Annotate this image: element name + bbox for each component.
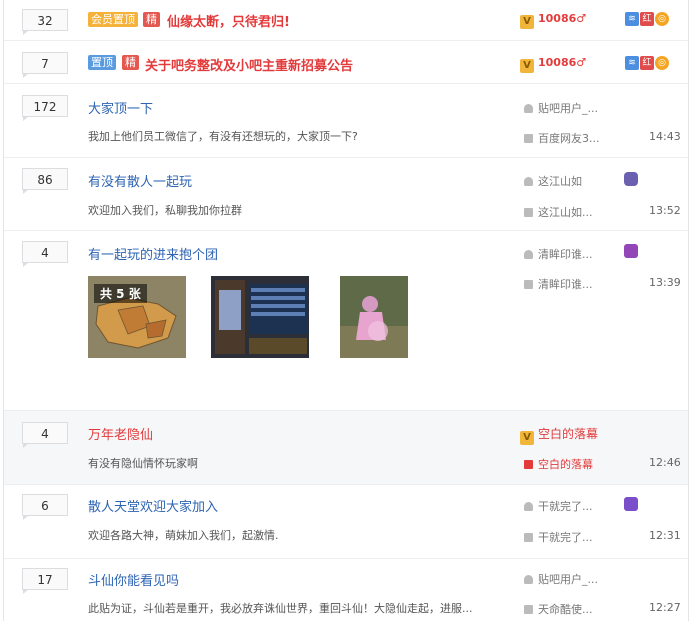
- reply-count: 17: [22, 568, 68, 594]
- user-icon: [524, 177, 533, 186]
- wave-icon: ≋: [625, 56, 639, 70]
- user-icons: ≋ 红 ◎: [625, 12, 669, 26]
- thread-title[interactable]: 有没有散人一起玩: [88, 171, 192, 190]
- last-reply-user[interactable]: 百度网友3...: [524, 130, 600, 146]
- user-icon: [524, 104, 533, 113]
- game-screenshot-icon: [211, 276, 309, 358]
- thread-row: 6 散人天堂欢迎大家加入 欢迎各路大神，萌妹加入我们，起激情. 干就完了... …: [4, 485, 688, 559]
- thread-author[interactable]: 贴吧用户_...: [524, 100, 598, 116]
- thread-row: 17 斗仙你能看见吗 此贴为证，斗仙若是重开，我必放弃诛仙世界，重回斗仙！大隐仙…: [4, 559, 688, 621]
- vip-icon: V: [520, 15, 534, 29]
- thread-abstract: 欢迎各路大神，萌妹加入我们，起激情.: [88, 529, 279, 542]
- thread-title[interactable]: 仙缘太断，只待君归!: [167, 11, 290, 30]
- thread-title[interactable]: 斗仙你能看见吗: [88, 570, 179, 589]
- thread-title[interactable]: 万年老隐仙: [88, 424, 153, 443]
- medal-icon: ◎: [655, 56, 669, 70]
- reply-icon: [524, 460, 533, 469]
- thread-row: 86 有没有散人一起玩 欢迎加入我们，私聊我加你拉群 这江山如 这江山如... …: [4, 158, 688, 231]
- reply-count: 4: [22, 241, 68, 267]
- thread-title[interactable]: 大家顶一下: [88, 98, 153, 117]
- reply-icon: [524, 533, 533, 542]
- thread-author[interactable]: V 空白的落幕: [520, 425, 598, 445]
- reply-count: 86: [22, 168, 68, 194]
- author-name[interactable]: V 10086♂: [520, 56, 586, 73]
- reply-count: 6: [22, 494, 68, 520]
- thread-author[interactable]: 贴吧用户_...: [524, 571, 598, 587]
- last-reply-time: 12:46: [649, 456, 681, 469]
- thread-row: 4 有一起玩的进来抱个团 清眸印谁... 清眸印谁... 13:39 共 5 张: [4, 231, 688, 411]
- last-reply-user[interactable]: 这江山如...: [524, 204, 593, 220]
- user-icon: [524, 575, 533, 584]
- page-edge: [690, 0, 700, 621]
- thread-row: 4 万年老隐仙 有没有隐仙情怀玩家啊 V 空白的落幕 空白的落幕 12:46: [4, 411, 688, 485]
- thread-title[interactable]: 散人天堂欢迎大家加入: [88, 496, 218, 515]
- vip-top-badge: 会员置顶: [88, 12, 138, 27]
- last-reply-time: 13:39: [649, 276, 681, 289]
- last-reply-user[interactable]: 干就完了...: [524, 529, 593, 545]
- essence-badge: 精: [122, 55, 139, 70]
- wave-icon: ≋: [625, 12, 639, 26]
- thread-row: 172 大家顶一下 我加上他们员工微信了，有没有还想玩的，大家顶一下? 贴吧用户…: [4, 84, 688, 158]
- author-name[interactable]: V 10086♂: [520, 12, 586, 29]
- medal-icon: ◎: [655, 12, 669, 26]
- thread-author[interactable]: 干就完了...: [524, 498, 593, 514]
- thread-list: 32 会员置顶 精 仙缘太断，只待君归! V 10086♂ ≋ 红 ◎ 7 置顶 …: [3, 0, 689, 621]
- last-reply-user[interactable]: 清眸印谁...: [524, 276, 593, 292]
- thread-row: 32 会员置顶 精 仙缘太断，只待君归! V 10086♂ ≋ 红 ◎: [4, 0, 688, 41]
- thread-row: 7 置顶 精 关于吧务整改及小吧主重新招募公告 V 10086♂ ≋ 红 ◎: [4, 41, 688, 84]
- reply-icon: [524, 280, 533, 289]
- character-image-icon: [340, 276, 408, 358]
- reply-icon: [524, 134, 533, 143]
- user-icon: [524, 250, 533, 259]
- vip-icon: V: [520, 431, 534, 445]
- essence-badge: 精: [143, 12, 160, 27]
- level-icon: [624, 244, 638, 258]
- thread-abstract: 有没有隐仙情怀玩家啊: [88, 457, 198, 470]
- thread-author[interactable]: 清眸印谁...: [524, 246, 593, 262]
- thread-author[interactable]: 这江山如: [524, 173, 582, 189]
- thread-image-game-ui[interactable]: [211, 276, 309, 358]
- thread-abstract: 此贴为证，斗仙若是重开，我必放弃诛仙世界，重回斗仙！大隐仙走起，进服...: [88, 602, 473, 615]
- last-reply-user[interactable]: 空白的落幕: [524, 456, 593, 472]
- reply-count: 4: [22, 422, 68, 448]
- last-reply-time: 12:27: [649, 601, 681, 614]
- thread-title[interactable]: 有一起玩的进来抱个团: [88, 244, 218, 263]
- last-reply-time: 13:52: [649, 204, 681, 217]
- reply-count: 32: [22, 9, 68, 35]
- thread-image-map[interactable]: 共 5 张: [88, 276, 186, 358]
- vip-icon: V: [520, 59, 534, 73]
- reply-icon: [524, 605, 533, 614]
- red-badge-icon: 红: [640, 56, 654, 70]
- last-reply-user[interactable]: 天命酷使...: [524, 601, 593, 617]
- image-count: 共 5 张: [94, 284, 147, 303]
- last-reply-time: 14:43: [649, 130, 681, 143]
- user-icon: [524, 502, 533, 511]
- last-reply-time: 12:31: [649, 529, 681, 542]
- top-badge: 置顶: [88, 55, 116, 70]
- reply-icon: [524, 208, 533, 217]
- reply-count: 7: [22, 52, 68, 78]
- red-badge-icon: 红: [640, 12, 654, 26]
- level-icon: [624, 172, 638, 186]
- reply-count: 172: [22, 95, 68, 121]
- user-icons: ≋ 红 ◎: [625, 56, 669, 70]
- thread-abstract: 我加上他们员工微信了，有没有还想玩的，大家顶一下?: [88, 130, 358, 143]
- thread-image-character[interactable]: [340, 276, 408, 358]
- level-icon: [624, 497, 638, 511]
- thread-abstract: 欢迎加入我们，私聊我加你拉群: [88, 204, 242, 217]
- thread-title[interactable]: 关于吧务整改及小吧主重新招募公告: [145, 55, 353, 74]
